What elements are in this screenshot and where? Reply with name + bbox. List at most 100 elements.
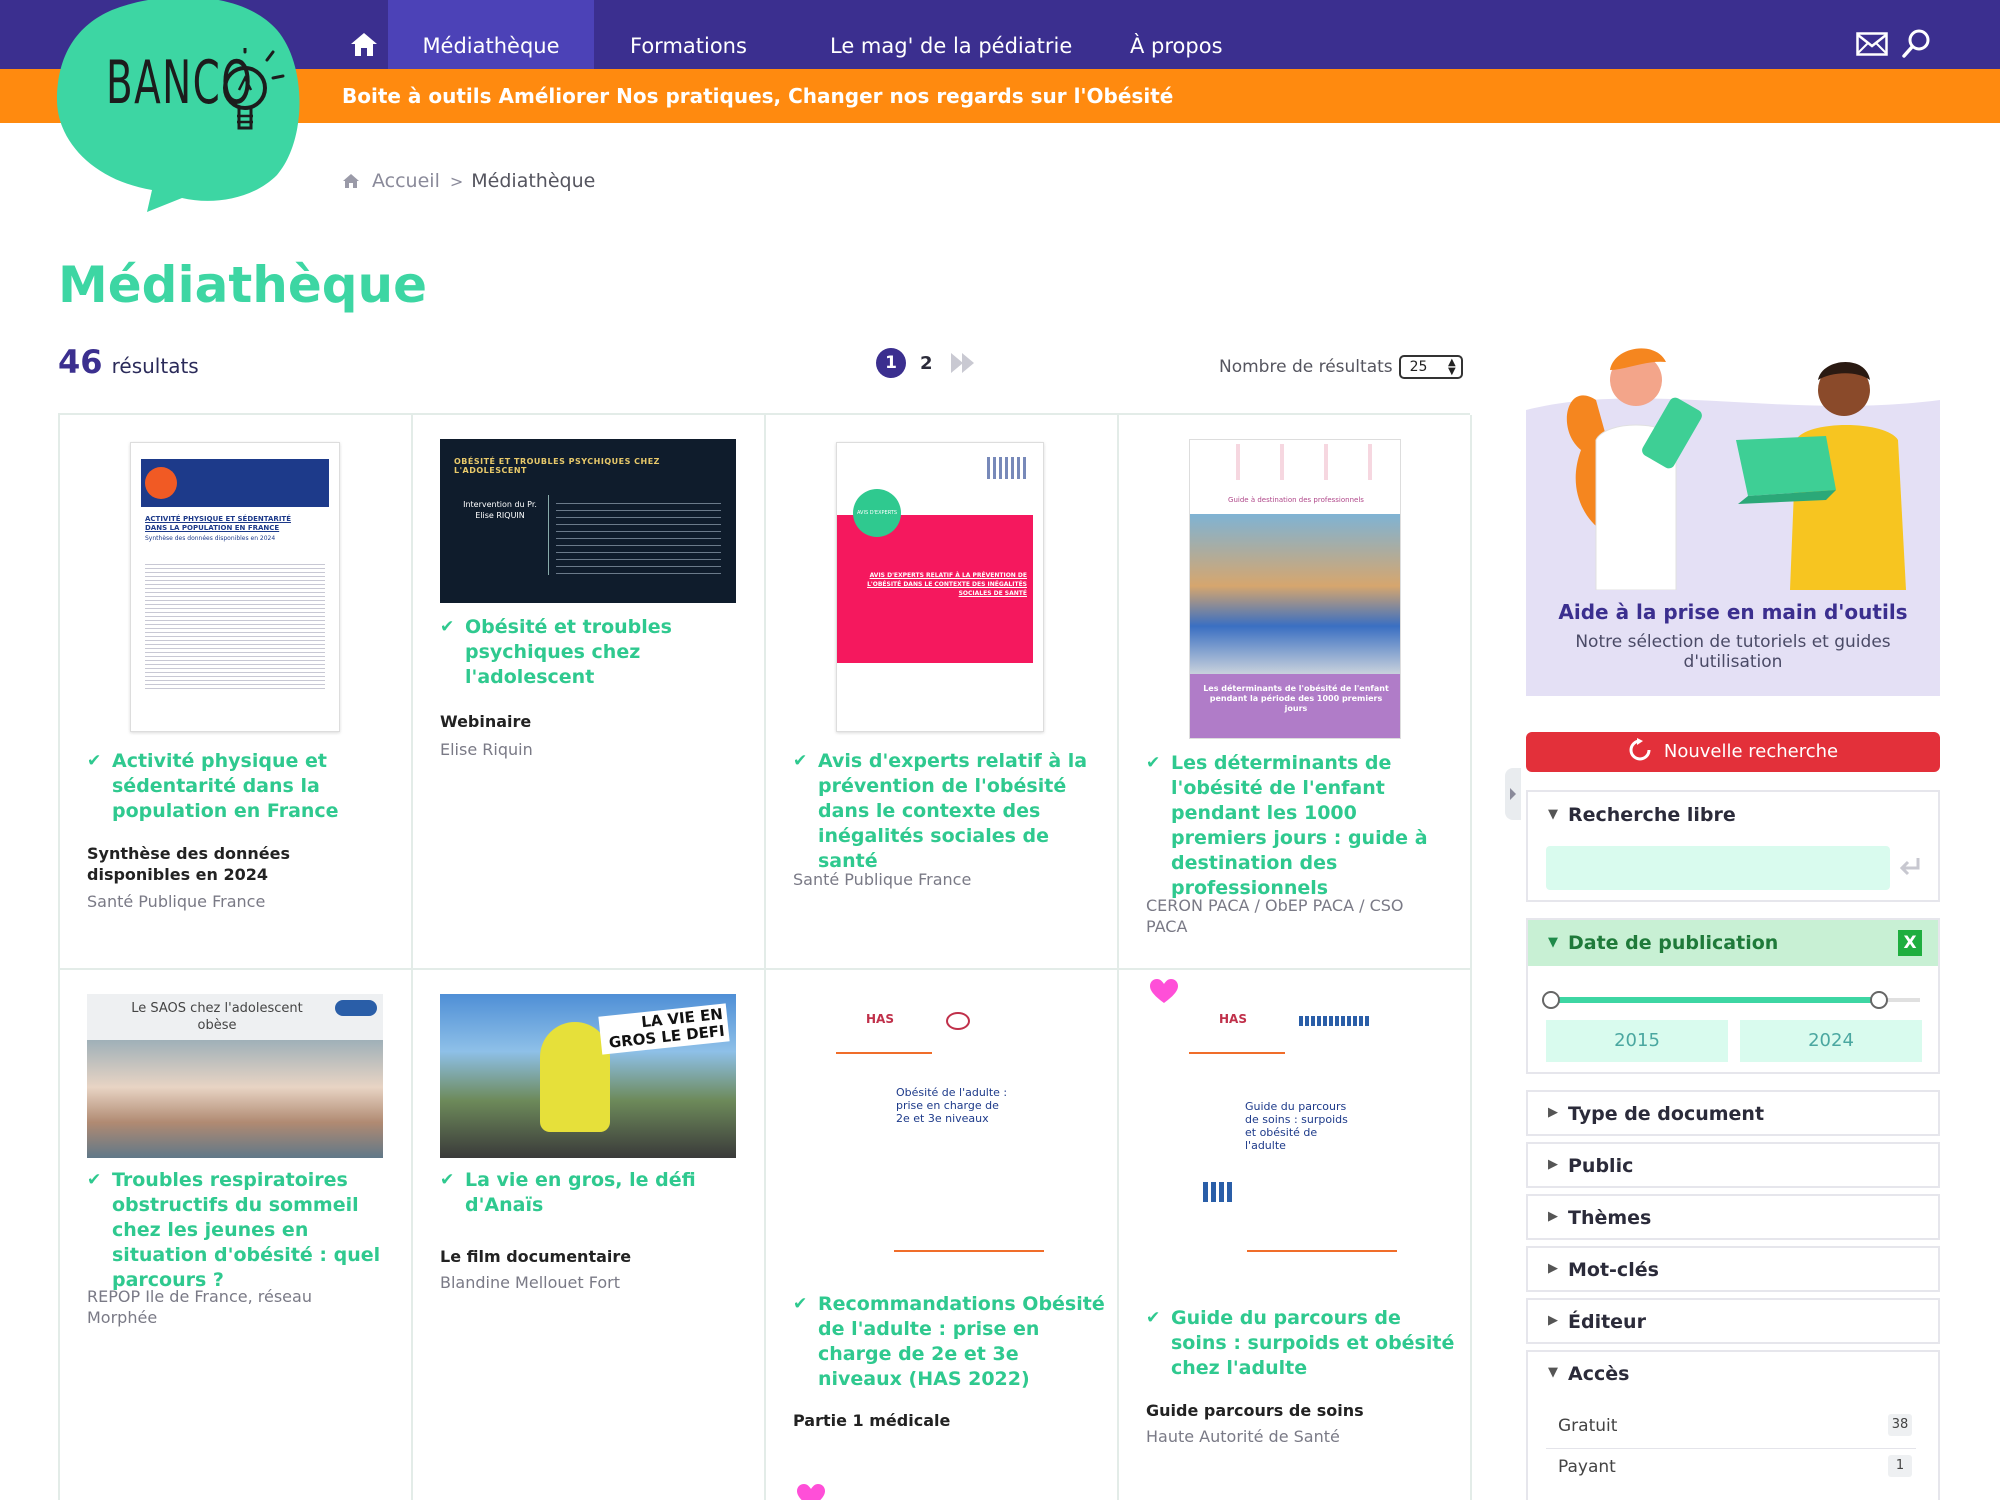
card-title[interactable]: ✔ Obésité et troubles psychiques chez l'a… — [440, 615, 685, 690]
card-title[interactable]: ✔ Recommandations Obésité de l'adulte : p… — [793, 1292, 1108, 1392]
document-thumbnail[interactable]: Guide à destination des professionnels L… — [1189, 439, 1401, 739]
date-facet-label[interactable]: Date de publication — [1568, 932, 1778, 954]
thumb-title: Guide du parcours de soins : surpoids et… — [1245, 1100, 1348, 1152]
nav-a-propos[interactable]: À propos — [1130, 0, 1223, 69]
facet-type-document[interactable]: ▶ Type de document — [1526, 1090, 1940, 1136]
facet-label[interactable]: Accès — [1568, 1363, 1629, 1385]
triangle-down-icon[interactable]: ▼ — [1548, 807, 1558, 822]
thumb-logo — [1299, 1016, 1369, 1026]
results-per-page: Nombre de résultats 25 ▲ ▼ — [1219, 355, 1463, 379]
per-page-select[interactable]: 25 ▲ ▼ — [1398, 355, 1463, 379]
date-slider-min-handle[interactable] — [1542, 991, 1560, 1009]
page-2-button[interactable]: 2 — [920, 353, 933, 374]
results-count: 46 résultats — [58, 343, 199, 381]
favorite-heart-icon[interactable] — [796, 1483, 826, 1500]
thumb-rule — [894, 1250, 1044, 1252]
result-card[interactable]: Guide à destination des professionnels L… — [1119, 415, 1472, 970]
triangle-right-icon: ▶ — [1548, 1157, 1558, 1172]
document-thumbnail[interactable]: ACTIVITÉ PHYSIQUE ET SÉDENTARITÉ DANS LA… — [130, 442, 340, 732]
access-option-gratuit[interactable]: Gratuit — [1558, 1416, 1617, 1436]
next-page-icon[interactable] — [949, 351, 977, 375]
triangle-down-icon[interactable]: ▼ — [1548, 1365, 1558, 1380]
triangle-down-icon[interactable]: ▼ — [1548, 935, 1558, 950]
thumb-photo — [87, 1040, 383, 1158]
check-icon: ✔ — [793, 1294, 808, 1314]
date-facet: ▼ Date de publication X 2015 2024 — [1526, 918, 1940, 1074]
result-card[interactable]: LA VIE EN GROS LE DEFI ✔ La vie en gros, … — [413, 970, 766, 1500]
thumb-logo-has: HAS — [1219, 1012, 1247, 1026]
breadcrumb-home[interactable]: Accueil — [372, 170, 440, 192]
card-title[interactable]: ✔ Guide du parcours de soins : surpoids e… — [1146, 1306, 1461, 1381]
check-icon: ✔ — [440, 1170, 455, 1190]
card-title[interactable]: ✔ Troubles respiratoires obstructifs du s… — [87, 1168, 392, 1293]
video-thumbnail[interactable]: LA VIE EN GROS LE DEFI — [440, 994, 736, 1158]
breadcrumb-current: Médiathèque — [471, 170, 596, 192]
thumb-badge: AVIS D'EXPERTS — [853, 489, 901, 537]
facet-label: Mot-clés — [1568, 1259, 1659, 1281]
tutorials-promo[interactable]: Aide à la prise en main d'outils Notre s… — [1526, 340, 1940, 696]
result-card[interactable]: OBÉSITÉ ET TROUBLES PSYCHIQUES CHEZ L'AD… — [413, 415, 766, 970]
breadcrumb: Accueil > Médiathèque — [342, 170, 595, 192]
result-card[interactable]: HAS Guide du parcours de soins : surpoid… — [1119, 970, 1472, 1500]
people-illustration — [1526, 340, 1940, 590]
result-card[interactable]: ACTIVITÉ PHYSIQUE ET SÉDENTARITÉ DANS LA… — [60, 415, 413, 970]
card-publisher: REPOP Ile de France, réseau Morphée — [87, 1287, 312, 1327]
promo-description: Notre sélection de tutoriels et guides d… — [1575, 632, 1891, 672]
search-icon[interactable] — [1902, 28, 1932, 58]
mail-icon[interactable] — [1856, 32, 1888, 56]
document-thumbnail[interactable]: HAS Obésité de l'adulte : prise en charg… — [836, 994, 1056, 1284]
date-from-input[interactable]: 2015 — [1546, 1020, 1728, 1062]
card-title[interactable]: ✔ Les déterminants de l'obésité de l'enfa… — [1146, 751, 1455, 901]
thumb-subtitle: Intervention du Pr. Elise RIQUIN — [463, 500, 537, 520]
results-number: 46 — [58, 343, 103, 381]
clear-date-button[interactable]: X — [1898, 930, 1922, 956]
card-publisher: Elise Riquin — [440, 740, 533, 759]
thumb-title: Obésité de l'adulte : prise en charge de… — [896, 1086, 1008, 1125]
promo-title: Aide à la prise en main d'outils — [1558, 600, 1908, 624]
results-label: résultats — [111, 354, 199, 378]
free-search-label[interactable]: Recherche libre — [1568, 804, 1736, 826]
page-1-button[interactable]: 1 — [876, 348, 906, 378]
facet-themes[interactable]: ▶ Thèmes — [1526, 1194, 1940, 1240]
card-publisher: Santé Publique France — [793, 870, 972, 889]
facet-mot-cles[interactable]: ▶ Mot-clés — [1526, 1246, 1940, 1292]
date-slider-max-handle[interactable] — [1870, 991, 1888, 1009]
document-thumbnail[interactable]: AVIS D'EXPERTS AVIS D'EXPERTS RELATIF À … — [836, 442, 1044, 732]
nav-mediatheque[interactable]: Médiathèque — [388, 0, 594, 69]
check-icon: ✔ — [793, 751, 808, 771]
card-title[interactable]: ✔ Avis d'experts relatif à la prévention … — [793, 749, 1098, 874]
document-thumbnail[interactable]: HAS Guide du parcours de soins : surpoid… — [1189, 994, 1409, 1284]
card-title[interactable]: ✔ La vie en gros, le défi d'Anaïs — [440, 1168, 705, 1218]
thumb-logo — [1203, 1182, 1233, 1202]
result-card[interactable]: HAS Obésité de l'adulte : prise en charg… — [766, 970, 1119, 1500]
triangle-right-icon: ▶ — [1548, 1313, 1558, 1328]
pagination: 1 2 — [876, 348, 977, 378]
nav-formations[interactable]: Formations — [630, 0, 747, 69]
enter-icon[interactable] — [1898, 854, 1924, 880]
webinar-thumbnail[interactable]: OBÉSITÉ ET TROUBLES PSYCHIQUES CHEZ L'AD… — [440, 439, 736, 603]
access-option-payant[interactable]: Payant — [1558, 1457, 1616, 1477]
breadcrumb-home-icon[interactable] — [342, 173, 360, 189]
results-grid: ACTIVITÉ PHYSIQUE ET SÉDENTARITÉ DANS LA… — [58, 413, 1472, 1500]
facet-label: Thèmes — [1568, 1207, 1652, 1229]
thumb-logos — [1196, 444, 1396, 480]
new-search-button[interactable]: Nouvelle recherche — [1526, 732, 1940, 772]
thumb-subtitle: Synthèse des données disponibles en 2024 — [145, 535, 276, 542]
banco-logo[interactable]: BANCO — [52, 0, 312, 215]
home-icon[interactable] — [350, 31, 378, 57]
free-search-input[interactable] — [1546, 846, 1890, 890]
access-count-badge: 38 — [1888, 1414, 1912, 1436]
facet-editeur[interactable]: ▶ Éditeur — [1526, 1298, 1940, 1344]
nav-mag[interactable]: Le mag' de la pédiatrie — [830, 0, 1072, 69]
date-to-input[interactable]: 2024 — [1740, 1020, 1922, 1062]
card-publisher: Blandine Mellouet Fort — [440, 1273, 620, 1292]
result-card[interactable]: AVIS D'EXPERTS AVIS D'EXPERTS RELATIF À … — [766, 415, 1119, 970]
card-title[interactable]: ✔ Activité physique et sédentarité dans l… — [87, 749, 352, 824]
slide-thumbnail[interactable]: Le SAOS chez l'adolescent obèse — [87, 994, 383, 1158]
favorite-heart-icon[interactable] — [1149, 978, 1179, 1004]
facet-public[interactable]: ▶ Public — [1526, 1142, 1940, 1188]
thumb-logo-has: HAS — [866, 1012, 894, 1026]
sidebar-collapse-handle[interactable] — [1505, 768, 1521, 820]
thumb-logo — [987, 457, 1027, 479]
result-card[interactable]: Le SAOS chez l'adolescent obèse ✔ Trouble… — [60, 970, 413, 1500]
